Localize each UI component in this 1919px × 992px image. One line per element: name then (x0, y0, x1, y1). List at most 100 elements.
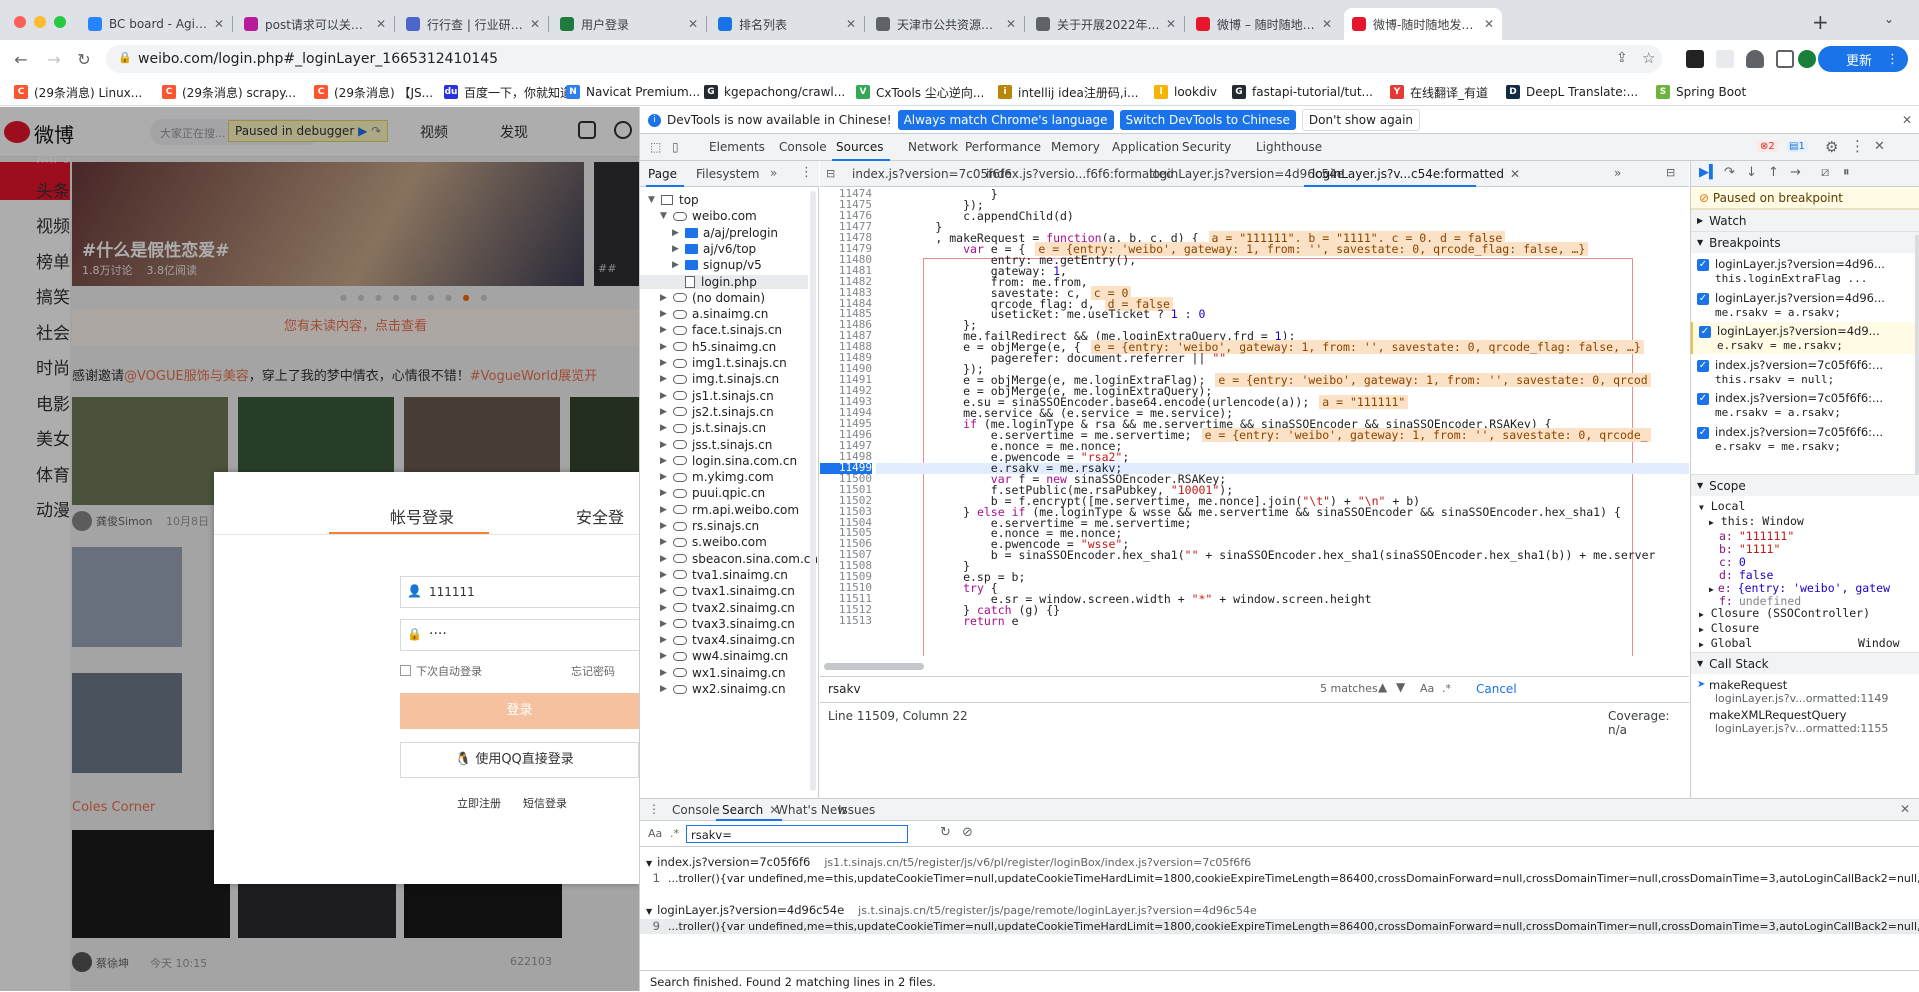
match-language-button[interactable]: Always match Chrome's language (897, 110, 1114, 130)
step-over-icon[interactable]: ↷ (1724, 165, 1735, 180)
tree-item[interactable]: ▶ js.t.sinajs.cn (660, 421, 766, 435)
bookmark-item[interactable]: du 百度一下，你就知道 (444, 83, 572, 101)
tree-item[interactable]: ▶ js2.t.sinajs.cn (660, 405, 774, 419)
password-field[interactable]: 🔒 ···· (400, 619, 639, 651)
switch-to-chinese-button[interactable]: Switch DevTools to Chinese (1119, 110, 1296, 130)
devtools-tab-network[interactable]: Network (908, 140, 958, 154)
drawer-tab-issues[interactable]: Issues (838, 803, 875, 817)
bookmark-item[interactable]: l lookdiv (1154, 83, 1217, 101)
navigator-menu-icon[interactable]: ⋮ (800, 165, 813, 180)
breakpoint-item[interactable]: ✓ loginLayer.js?version=4d96... this.login… (1691, 255, 1919, 287)
tree-item[interactable]: ▶ rs.sinajs.cn (660, 519, 759, 533)
tree-item[interactable]: ▶ tvax1.sinaimg.cn (660, 584, 795, 598)
more-editor-tabs-icon[interactable]: » (1614, 166, 1621, 180)
toggle-navigator-icon[interactable]: ⊟ (826, 167, 835, 180)
refresh-search-icon[interactable]: ↻ (940, 825, 951, 840)
find-next-button[interactable]: ▼ (1396, 680, 1405, 694)
close-tab-icon[interactable]: ✕ (1322, 17, 1332, 31)
debugger-scrollbar[interactable] (1915, 235, 1919, 475)
bookmark-item[interactable]: C (29条消息) 【JS... (314, 83, 433, 101)
checkbox-checked-icon[interactable]: ✓ (1697, 259, 1709, 271)
devtools-tab-sources[interactable]: Sources (836, 140, 883, 154)
qq-login-button[interactable]: 🐧 使用QQ直接登录 (400, 742, 639, 778)
tab-account-login[interactable]: 帐号登录 (390, 504, 454, 528)
address-bar[interactable]: 🔒 weibo.com/login.php#_loginLayer_166531… (106, 45, 1662, 73)
devtools-tab-elements[interactable]: Elements (709, 140, 765, 154)
scope-this[interactable]: ▶ this: Window (1709, 514, 1804, 528)
register-link[interactable]: 立即注册 (457, 795, 501, 811)
forgot-password-link[interactable]: 忘记密码 (571, 663, 615, 679)
drawer-menu-icon[interactable]: ⋮ (648, 802, 660, 816)
tree-item[interactable]: ▶ ww4.sinaimg.cn (660, 649, 788, 663)
sms-login-link[interactable]: 短信登录 (523, 795, 567, 811)
bookmark-item[interactable]: i intellij idea注册码,i... (998, 83, 1138, 101)
browser-tab[interactable]: 微博 – 随时随地发现新 ✕ (1188, 8, 1340, 40)
find-input[interactable]: rsakv (828, 682, 861, 696)
device-toolbar-icon[interactable]: ▯ (672, 140, 679, 154)
drawer-tab-search[interactable]: Search ✕ (722, 803, 779, 817)
call-stack-frame[interactable]: ➤ makeRequest loginLayer.js?v...ormatted:1… (1691, 678, 1919, 708)
tree-item[interactable]: ▶ a/aj/prelogin (672, 226, 778, 240)
search-all-input[interactable]: rsakv= (686, 825, 908, 843)
resume-icon[interactable]: ▶▍ (1699, 165, 1719, 180)
tab-search-icon[interactable]: ⌄ (1884, 12, 1894, 26)
bookmark-item[interactable]: Y 在线翻译_有道 (1390, 83, 1488, 101)
step-into-icon[interactable]: ↓ (1746, 165, 1757, 180)
errors-badge[interactable]: ⊗2 (1757, 141, 1778, 152)
close-tab-icon[interactable]: ✕ (214, 17, 224, 31)
tree-item[interactable]: ▶ tvax3.sinaimg.cn (660, 617, 795, 631)
maximize-window-button[interactable] (54, 16, 66, 28)
more-tabs-icon[interactable]: » (770, 166, 777, 180)
more-options-icon[interactable]: ⋮ (1850, 137, 1865, 155)
scope-local[interactable]: ▼ Local (1699, 499, 1745, 513)
scope-variable[interactable]: b: "1111" (1719, 542, 1780, 556)
inspect-element-icon[interactable]: ⬚ (650, 140, 661, 154)
close-tab-icon[interactable]: ✕ (1510, 167, 1520, 181)
browser-tab[interactable]: 微博-随时随地发现新鲜 ✕ (1344, 8, 1502, 40)
tree-item[interactable]: ▶ face.t.sinajs.cn (660, 323, 782, 337)
close-tab-icon[interactable]: ✕ (1166, 17, 1176, 31)
breakpoint-item[interactable]: ✓ index.js?version=7c05f6f6:... me.rsakv =… (1691, 389, 1919, 421)
tree-item[interactable]: ▶ a.sinaimg.cn (660, 307, 768, 321)
devtools-tab-performance[interactable]: Performance (965, 140, 1041, 154)
tree-item[interactable]: login.php (640, 274, 808, 289)
search-regex-button[interactable]: .* (670, 827, 679, 840)
search-result-line[interactable]: 9 ...troller(){var undefined,me=this,upda… (640, 919, 1919, 934)
tree-item[interactable]: ▶ login.sina.com.cn (660, 454, 797, 468)
bookmark-star-icon[interactable]: ☆ (1642, 49, 1655, 67)
search-result-file[interactable]: ▼ index.js?version=7c05f6f6 js1.t.sinajs.c… (646, 855, 1251, 869)
scope-section[interactable]: ▼ Scope (1691, 474, 1919, 496)
close-tab-icon[interactable]: ✕ (846, 17, 856, 31)
devtools-tab-console[interactable]: Console (779, 140, 827, 154)
breakpoint-item[interactable]: ✓ loginLayer.js?version=4d96... me.rsakv =… (1691, 289, 1919, 321)
devtools-tab-application[interactable]: Application (1112, 140, 1179, 154)
editor-tab[interactable]: loginLayer.js?v...c54e:formatted ✕ (1312, 167, 1520, 181)
navigator-scrollbar[interactable] (810, 191, 816, 791)
close-tab-icon[interactable]: ✕ (1484, 17, 1494, 31)
bookmark-item[interactable]: V CxTools 尘心逆向... (856, 83, 984, 101)
tree-item[interactable]: ▶ tvax4.sinaimg.cn (660, 633, 795, 647)
tree-item[interactable]: ▼ weibo.com (660, 209, 757, 223)
tree-item[interactable]: ▶ tva1.sinaimg.cn (660, 568, 788, 582)
extensions-puzzle-icon[interactable] (1746, 50, 1764, 68)
browser-tab[interactable]: 天津市公共资源交易平 ✕ (868, 8, 1024, 40)
tree-item[interactable]: ▶ puui.qpic.cn (660, 486, 765, 500)
scope-closure-sso[interactable]: ▶ Closure (SSOController) (1699, 606, 1870, 620)
tree-item[interactable]: ▶ signup/v5 (672, 258, 762, 272)
bookmark-item[interactable]: Gkgepachong/crawl... (704, 83, 845, 101)
devtools-tab-security[interactable]: Security (1182, 140, 1231, 154)
drawer-tab-whatsnew[interactable]: What's New (776, 803, 847, 817)
search-match-case-button[interactable]: Aa (648, 827, 662, 840)
scope-global[interactable]: ▶ Global (1699, 636, 1752, 650)
toggle-debugger-icon[interactable]: ⊟ (1666, 166, 1675, 179)
tree-item[interactable]: ▶ s.weibo.com (660, 535, 767, 549)
breakpoint-item[interactable]: ✓ index.js?version=7c05f6f6:... e.rsakv = … (1691, 423, 1919, 455)
side-panel-icon[interactable] (1776, 50, 1794, 68)
drawer-tab-console[interactable]: Console (672, 803, 720, 817)
checkbox-checked-icon[interactable]: ✓ (1697, 393, 1709, 405)
tree-item[interactable]: ▶ tvax2.sinaimg.cn (660, 601, 795, 615)
settings-gear-icon[interactable]: ⚙ (1825, 138, 1838, 156)
auto-login-checkbox[interactable] (400, 665, 411, 676)
bookmark-item[interactable]: C (29条消息) scrapy... (162, 83, 296, 101)
tree-item[interactable]: ▶ jss.t.sinajs.cn (660, 438, 772, 452)
